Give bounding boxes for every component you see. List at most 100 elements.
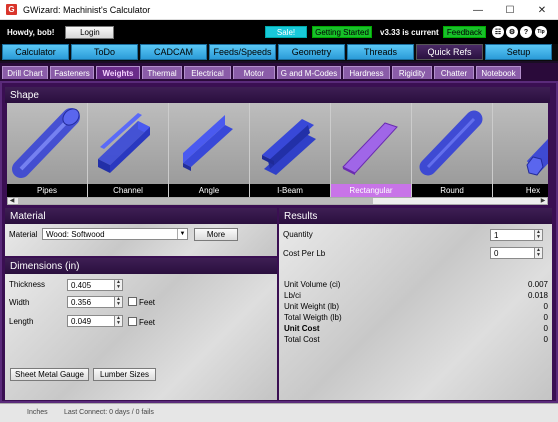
feedback-button[interactable]: Feedback [443, 26, 486, 38]
result-row-unit-cost: Unit Cost 0 [284, 324, 548, 335]
channel-icon [98, 113, 150, 173]
tab-quick-refs[interactable]: Quick Refs [416, 44, 483, 60]
width-feet-label: Feet [139, 298, 156, 307]
tab-todo[interactable]: ToDo [71, 44, 138, 60]
shape-label: Pipes [7, 184, 87, 197]
more-button[interactable]: More [194, 228, 238, 241]
version-text: v3.33 is current [380, 28, 439, 37]
main-tab-bar: Calculator ToDo CADCAM Feeds/Speeds Geom… [0, 44, 558, 61]
result-value: 0 [543, 302, 548, 311]
thickness-stepper[interactable]: ▲ ▼ [115, 279, 123, 291]
result-value: 0 [543, 335, 548, 344]
thickness-input[interactable]: 0.405 [67, 279, 115, 291]
shape-label: Round [412, 184, 492, 197]
width-input[interactable]: 0.356 [67, 296, 115, 308]
shape-label: Hex [493, 184, 548, 197]
angle-icon [183, 115, 233, 171]
cost-per-lb-stepper[interactable]: ▲ ▼ [535, 247, 543, 259]
app-window: G GWizard: Machinist's Calculator — ☐ ✕ … [0, 0, 558, 422]
subtab-notebook[interactable]: Notebook [476, 66, 521, 79]
length-feet-checkbox[interactable] [128, 317, 137, 326]
result-key: Total Weigth (lb) [284, 313, 342, 322]
scroll-thumb[interactable] [18, 198, 373, 204]
result-key: Unit Weight (lb) [284, 302, 339, 311]
app-logo-icon: G [6, 4, 17, 15]
material-select[interactable]: Wood: Softwood ▼ [42, 228, 188, 240]
width-stepper[interactable]: ▲ ▼ [115, 296, 123, 308]
title-bar: G GWizard: Machinist's Calculator — ☐ ✕ [0, 0, 558, 20]
result-row-lb-ci: Lb/ci 0.018 [284, 291, 548, 302]
result-key: Unit Cost [284, 324, 320, 333]
tip-icon[interactable]: Tip [535, 26, 547, 38]
shape-round[interactable]: Round [412, 103, 492, 197]
rectangular-bar-icon [342, 122, 398, 175]
shape-section-title: Shape [5, 87, 550, 103]
cost-per-lb-label: Cost Per Lb [283, 249, 326, 258]
subtab-electrical[interactable]: Electrical [184, 66, 231, 79]
i-beam-icon [262, 119, 316, 175]
tab-geometry[interactable]: Geometry [278, 44, 345, 60]
material-section-title: Material [5, 208, 277, 224]
maximize-icon[interactable]: ☐ [494, 0, 526, 20]
quantity-input[interactable]: 1 [490, 229, 535, 241]
result-row-unit-volume: Unit Volume (ci) 0.007 [284, 280, 548, 291]
tab-cadcam[interactable]: CADCAM [140, 44, 207, 60]
shape-label: Rectangular [331, 184, 411, 197]
chevron-down-icon[interactable]: ▼ [177, 229, 187, 239]
subtab-weights[interactable]: Weights [96, 66, 140, 79]
minimize-icon[interactable]: — [462, 0, 494, 20]
getting-started-button[interactable]: Getting Started [312, 26, 372, 38]
result-key: Unit Volume (ci) [284, 280, 341, 289]
scroll-right-icon[interactable]: ▶ [539, 197, 547, 204]
subtab-hardness[interactable]: Hardness [343, 66, 390, 79]
shape-pipes[interactable]: Pipes [7, 103, 87, 197]
subtab-motor[interactable]: Motor [233, 66, 275, 79]
tab-feeds-speeds[interactable]: Feeds/Speeds [209, 44, 276, 60]
close-icon[interactable]: ✕ [526, 0, 558, 20]
pipe-icon [12, 108, 80, 178]
subtab-g-and-m-codes[interactable]: G and M-Codes [277, 66, 341, 79]
quantity-stepper[interactable]: ▲ ▼ [535, 229, 543, 241]
shape-hex[interactable]: Hex [493, 103, 548, 197]
cost-per-lb-input[interactable]: 0 [490, 247, 535, 259]
status-bar: Inches Last Connect: 0 days / 0 fails [0, 403, 558, 422]
result-row-unit-weight: Unit Weight (lb) 0 [284, 302, 548, 313]
result-value: 0.018 [527, 291, 548, 300]
shape-label: Channel [88, 184, 168, 197]
login-button[interactable]: Login [65, 25, 115, 39]
tab-threads[interactable]: Threads [347, 44, 414, 60]
length-label: Length [9, 317, 34, 326]
shape-scrollbar[interactable]: ◀ ▶ [7, 197, 548, 205]
subtab-chatter[interactable]: Chatter [434, 66, 474, 79]
shape-angle[interactable]: Angle [169, 103, 249, 197]
material-value: Wood: Softwood [46, 229, 105, 239]
help-icon[interactable]: ? [520, 26, 532, 38]
sale-button[interactable]: Sale! [265, 26, 307, 38]
subtab-thermal[interactable]: Thermal [142, 66, 182, 79]
shape-rectangular[interactable]: Rectangular [331, 103, 411, 197]
result-row-total-weight: Total Weigth (lb) 0 [284, 313, 548, 324]
lumber-sizes-button[interactable]: Lumber Sizes [93, 368, 156, 381]
subtab-rigidity[interactable]: Rigidity [392, 66, 432, 79]
results-section-title: Results [279, 208, 552, 224]
sheet-metal-gauge-button[interactable]: Sheet Metal Gauge [10, 368, 89, 381]
length-stepper[interactable]: ▲ ▼ [115, 315, 123, 327]
shape-label: I-Beam [250, 184, 330, 197]
shape-strip: Pipes Channel Angle I-Beam Rectangular R… [7, 103, 548, 197]
tab-calculator[interactable]: Calculator [2, 44, 69, 60]
units-status: Inches [27, 409, 48, 416]
dimensions-section-title: Dimensions (in) [5, 258, 277, 274]
greeting-text: Howdy, bob! [7, 27, 55, 37]
grid-icon[interactable]: ☷ [492, 26, 504, 38]
width-feet-checkbox[interactable] [128, 297, 137, 306]
shape-i-beam[interactable]: I-Beam [250, 103, 330, 197]
hex-bar-icon [526, 139, 548, 176]
shape-channel[interactable]: Channel [88, 103, 168, 197]
length-feet-label: Feet [139, 318, 156, 327]
scroll-left-icon[interactable]: ◀ [8, 197, 16, 204]
tab-setup[interactable]: Setup [485, 44, 552, 60]
subtab-fasteners[interactable]: Fasteners [50, 66, 94, 79]
subtab-drill-chart[interactable]: Drill Chart [2, 66, 48, 79]
settings-icon[interactable]: ⚙ [506, 26, 518, 38]
length-input[interactable]: 0.049 [67, 315, 115, 327]
